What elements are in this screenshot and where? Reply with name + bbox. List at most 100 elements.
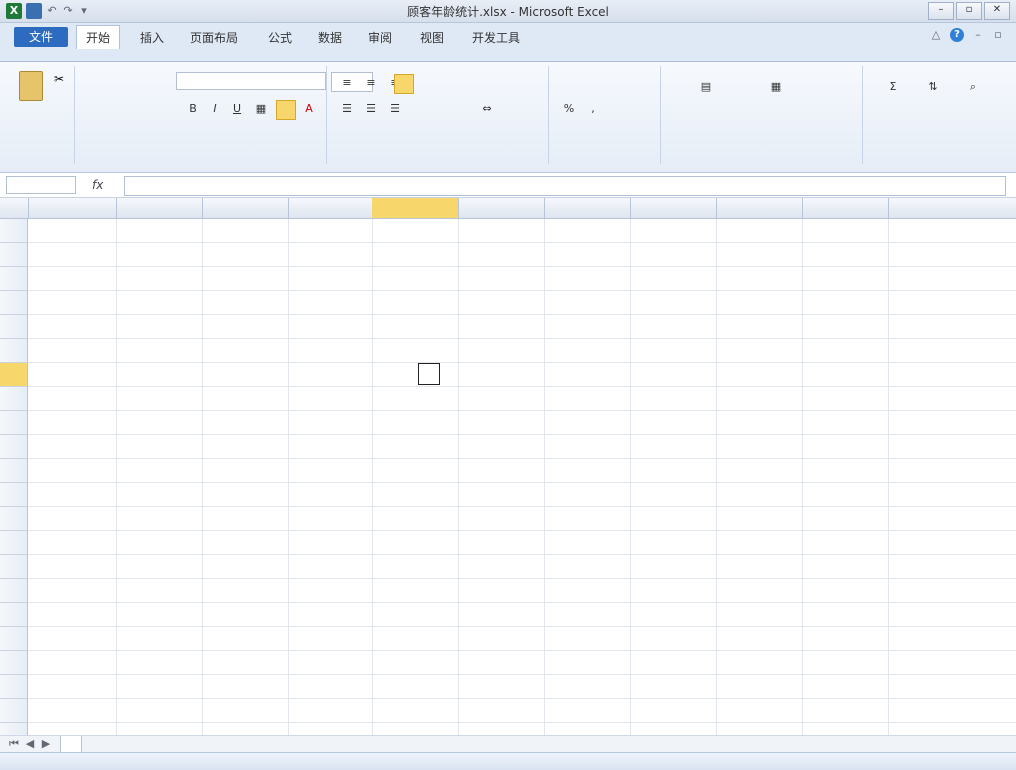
row-header[interactable] [0, 243, 28, 267]
column-header-f[interactable] [458, 198, 545, 218]
row-header[interactable] [0, 315, 28, 339]
highlighted-button[interactable] [394, 74, 414, 94]
align-middle-icon[interactable]: ≡ [362, 74, 380, 92]
italic-icon[interactable]: I [206, 100, 224, 118]
row-header[interactable] [0, 531, 28, 555]
column-headers [0, 198, 1016, 219]
font-color-icon[interactable]: A [300, 100, 318, 118]
minimize-button[interactable]: – [928, 2, 954, 20]
find-select-icon[interactable]: ⌕ [964, 78, 982, 96]
row-header[interactable] [0, 603, 28, 627]
align-center-icon[interactable]: ☰ [362, 100, 380, 118]
bold-icon[interactable]: B [184, 100, 202, 118]
row-header[interactable] [0, 699, 28, 723]
restore-window-icon[interactable]: – [972, 29, 984, 41]
column-header-c[interactable] [202, 198, 289, 218]
select-all-corner[interactable] [0, 198, 29, 218]
column-header-b[interactable] [116, 198, 203, 218]
borders-icon[interactable]: ▦ [252, 100, 270, 118]
cut-icon[interactable]: ✂ [54, 72, 68, 86]
column-header-d[interactable] [288, 198, 373, 218]
tab-formulas[interactable]: 公式 [268, 29, 292, 46]
prev-sheet-icon[interactable]: ◀ [24, 738, 36, 750]
maximize-button[interactable]: ▫ [956, 2, 982, 20]
table-row [28, 483, 1016, 507]
align-top-icon[interactable]: ≡ [338, 74, 356, 92]
name-box[interactable] [6, 176, 76, 194]
table-row [28, 507, 1016, 531]
table-row [28, 219, 1016, 243]
merge-center-icon[interactable]: ⇔ [478, 100, 496, 118]
minimize-ribbon-icon[interactable]: △ [930, 29, 942, 41]
autosum-icon[interactable]: Σ [884, 78, 902, 96]
row-header[interactable] [0, 411, 28, 435]
formula-input[interactable] [124, 176, 1006, 196]
row-header[interactable] [0, 483, 28, 507]
row-header[interactable] [0, 627, 28, 651]
formula-bar: fx [0, 173, 1016, 198]
table-row [28, 243, 1016, 267]
column-header-i[interactable] [716, 198, 803, 218]
row-header[interactable] [0, 555, 28, 579]
tab-home[interactable]: 开始 [76, 25, 121, 49]
column-header-k[interactable] [888, 198, 1016, 218]
align-left-icon[interactable]: ☰ [338, 100, 356, 118]
row-header[interactable] [0, 651, 28, 675]
file-tab[interactable]: 文件 [14, 27, 68, 47]
column-header-e[interactable] [372, 198, 459, 218]
close-button[interactable]: ✕ [984, 2, 1010, 20]
column-header-g[interactable] [544, 198, 631, 218]
tab-developer[interactable]: 开发工具 [472, 29, 520, 46]
font-family-select[interactable] [176, 72, 326, 90]
table-row [28, 555, 1016, 579]
close-workbook-icon[interactable]: ▫ [992, 29, 1004, 41]
column-header-j[interactable] [802, 198, 889, 218]
tab-view[interactable]: 视图 [420, 29, 444, 46]
table-row [28, 699, 1016, 723]
row-header[interactable] [0, 291, 28, 315]
table-row [28, 579, 1016, 603]
table-row [28, 531, 1016, 555]
table-row [28, 651, 1016, 675]
table-row [28, 411, 1016, 435]
active-cell[interactable] [418, 363, 440, 385]
row-header[interactable] [0, 267, 28, 291]
row-header[interactable] [0, 507, 28, 531]
number-group: % , [550, 66, 661, 164]
row-header[interactable] [0, 579, 28, 603]
row-header[interactable] [0, 387, 28, 411]
tab-insert[interactable]: 插入 [140, 29, 164, 46]
underline-icon[interactable]: U [228, 100, 246, 118]
table-row [28, 315, 1016, 339]
next-sheet-icon[interactable]: ▶ [40, 738, 52, 750]
insert-function-icon[interactable]: fx [92, 176, 116, 194]
format-table-icon[interactable]: ▦ [746, 78, 806, 96]
column-header-h[interactable] [630, 198, 717, 218]
align-right-icon[interactable]: ☰ [386, 100, 404, 118]
first-sheet-icon[interactable]: ⏮ [8, 738, 20, 750]
sort-filter-icon[interactable]: ⇅ [924, 78, 942, 96]
table-row [28, 603, 1016, 627]
row-header[interactable] [0, 219, 28, 243]
conditional-format-icon[interactable]: ▤ [676, 78, 736, 96]
tab-data[interactable]: 数据 [318, 29, 342, 46]
sheet-tab[interactable] [60, 736, 82, 753]
row-header[interactable] [0, 459, 28, 483]
tab-page-layout[interactable]: 页面布局 [190, 29, 238, 46]
fill-color-icon[interactable] [276, 100, 296, 120]
paste-button[interactable] [10, 70, 50, 128]
worksheet-grid[interactable] [0, 198, 1016, 758]
help-icon[interactable]: ? [950, 28, 964, 42]
column-header-a[interactable] [28, 198, 117, 218]
tab-review[interactable]: 审阅 [368, 29, 392, 46]
row-header-selected[interactable] [0, 363, 28, 387]
row-header[interactable] [0, 435, 28, 459]
row-header[interactable] [0, 675, 28, 699]
percent-icon[interactable]: % [560, 100, 578, 118]
comma-icon[interactable]: , [584, 100, 602, 118]
styles-group: ▤ ▦ [662, 66, 863, 164]
table-row [28, 363, 1016, 387]
row-header[interactable] [0, 339, 28, 363]
cell-area[interactable] [28, 219, 1016, 747]
editing-group: Σ ⇅ ⌕ [864, 66, 1012, 164]
